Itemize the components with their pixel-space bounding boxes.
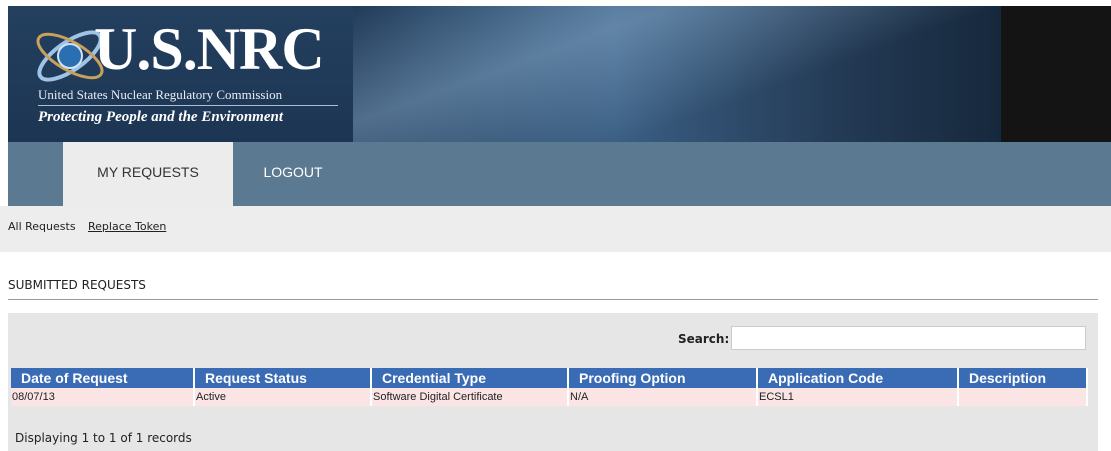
cell-date: 08/07/13 — [11, 388, 195, 406]
all-requests-label: All Requests — [8, 220, 76, 233]
cell-credential-type: Software Digital Certificate — [371, 388, 569, 406]
main-nav: MY REQUESTS LOGOUT — [8, 142, 1111, 206]
column-header-date[interactable]: Date of Request — [11, 368, 195, 388]
column-header-description[interactable]: Description — [958, 368, 1088, 388]
search-input[interactable] — [731, 326, 1086, 350]
table-header-row: Date of Request Request Status Credentia… — [11, 368, 1088, 388]
column-header-credential-type[interactable]: Credential Type — [371, 368, 569, 388]
search-label: Search: — [678, 332, 730, 346]
cell-application-code: ECSL1 — [757, 388, 959, 406]
tagline: Protecting People and the Environment — [38, 109, 284, 125]
nrc-logo[interactable]: U.S.NRC United States Nuclear Regulatory… — [8, 6, 353, 142]
logo-wordmark: U.S.NRC — [94, 16, 325, 82]
replace-token-link[interactable]: Replace Token — [88, 220, 166, 233]
section-title: SUBMITTED REQUESTS — [8, 278, 146, 292]
divider — [8, 299, 1098, 300]
tab-my-requests[interactable]: MY REQUESTS — [63, 142, 233, 206]
cell-status: Active — [194, 388, 372, 406]
requests-table: Date of Request Request Status Credentia… — [11, 368, 1088, 406]
org-name: United States Nuclear Regulatory Commiss… — [38, 87, 283, 102]
cell-description — [958, 388, 1088, 406]
column-header-proofing-option[interactable]: Proofing Option — [568, 368, 758, 388]
records-count: Displaying 1 to 1 of 1 records — [15, 431, 192, 445]
table-row[interactable]: 08/07/13 Active Software Digital Certifi… — [11, 388, 1088, 406]
sub-nav: All Requests Replace Token — [0, 206, 1111, 252]
header-banner: U.S.NRC United States Nuclear Regulatory… — [8, 6, 1111, 142]
requests-table-panel: Search: Date of Request Request Status C… — [8, 313, 1098, 451]
column-header-status[interactable]: Request Status — [194, 368, 372, 388]
cell-proofing-option: N/A — [568, 388, 758, 406]
banner-background — [353, 6, 1053, 142]
column-header-application-code[interactable]: Application Code — [757, 368, 959, 388]
tab-logout[interactable]: LOGOUT — [248, 142, 338, 206]
